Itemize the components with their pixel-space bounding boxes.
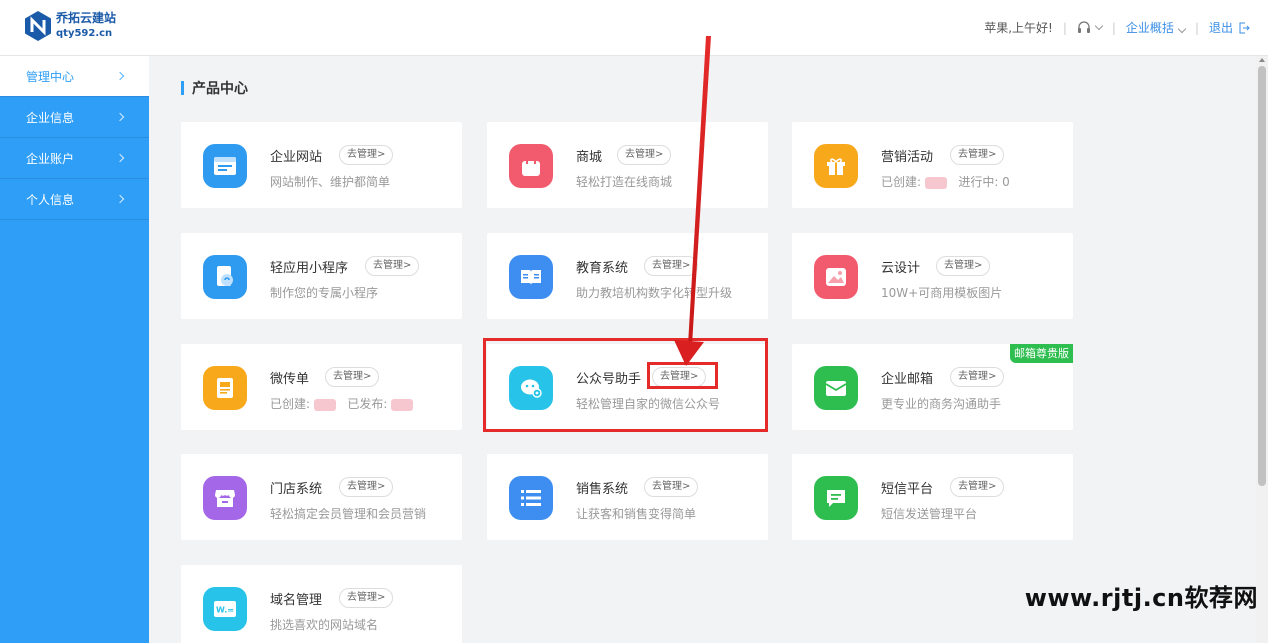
manage-button[interactable]: 去管理>: [950, 477, 1005, 497]
product-card-enterprise-mail[interactable]: 邮箱尊贵版 企业邮箱 去管理> 更专业的商务沟通助手: [792, 344, 1073, 430]
card-title: 轻应用小程序: [270, 261, 349, 276]
mail-icon: [814, 366, 858, 410]
manage-button[interactable]: 去管理>: [936, 256, 991, 276]
card-desc: 更专业的商务沟通助手: [881, 397, 1002, 411]
product-card-website[interactable]: 企业网站 去管理> 网站制作、维护都简单: [181, 122, 462, 208]
logo-name: 乔拓云建站: [56, 11, 117, 25]
product-card-cloud-design[interactable]: 云设计 去管理> 10W+可商用模板图片: [792, 233, 1073, 319]
vertical-scrollbar[interactable]: [1256, 56, 1268, 643]
product-card-marketing[interactable]: 营销活动 去管理> 已创建: 进行中: 0: [792, 122, 1073, 208]
sidebar-item-company-info[interactable]: 企业信息: [0, 97, 149, 138]
chevron-down-icon: [1177, 24, 1187, 34]
manage-button[interactable]: 去管理>: [644, 256, 699, 276]
sidebar: 管理中心 企业信息 企业账户 个人信息: [0, 56, 149, 643]
card-title: 域名管理: [270, 593, 323, 608]
card-title: 门店系统: [270, 482, 323, 497]
card-title: 云设计: [881, 261, 921, 276]
highlight-box-card: [483, 338, 768, 432]
sms-icon: [814, 476, 858, 520]
logout-icon: [1239, 22, 1250, 33]
card-desc: 已创建: 进行中: 0: [881, 175, 1010, 189]
product-card-shop[interactable]: 商城 去管理> 轻松打造在线商城: [487, 122, 768, 208]
store-icon: [203, 476, 247, 520]
card-title: 企业邮箱: [881, 372, 934, 387]
card-title: 教育系统: [576, 261, 629, 276]
manage-button[interactable]: 去管理>: [339, 588, 394, 608]
book-icon: [509, 255, 553, 299]
card-desc: 短信发送管理平台: [881, 507, 978, 521]
sidebar-item-management-center[interactable]: 管理中心: [0, 56, 149, 97]
scroll-thumb[interactable]: [1258, 66, 1266, 486]
logo-icon: [24, 10, 52, 42]
card-title: 短信平台: [881, 482, 934, 497]
scroll-up-icon[interactable]: [1259, 58, 1265, 62]
product-card-sms[interactable]: 短信平台 去管理> 短信发送管理平台: [792, 454, 1073, 540]
product-card-miniapp[interactable]: 轻应用小程序 去管理> 制作您的专属小程序: [181, 233, 462, 319]
flyer-icon: [203, 366, 247, 410]
greeting-text: 苹果,上午好!: [984, 21, 1053, 35]
sidebar-item-personal-info[interactable]: 个人信息: [0, 179, 149, 220]
card-title: 商城: [576, 150, 603, 165]
chevron-right-icon: [115, 112, 125, 122]
watermark: www.rjtj.cn软荐网: [1024, 584, 1258, 612]
card-desc: 网站制作、维护都简单: [270, 175, 391, 189]
card-desc: 轻松打造在线商城: [576, 175, 673, 189]
card-desc: 已创建: 已发布:: [270, 395, 414, 412]
chevron-right-icon: [115, 153, 125, 163]
card-desc: 轻松搞定会员管理和会员营销: [270, 507, 427, 521]
card-desc: 10W+可商用模板图片: [881, 286, 1003, 300]
chevron-right-icon: [115, 71, 125, 81]
sidebar-item-company-account[interactable]: 企业账户: [0, 138, 149, 179]
card-title: 企业网站: [270, 150, 323, 165]
headset-icon[interactable]: [1077, 20, 1104, 35]
manage-button[interactable]: 去管理>: [644, 477, 699, 497]
manage-button[interactable]: 去管理>: [617, 145, 672, 165]
card-title: 微传单: [270, 372, 310, 387]
manage-button[interactable]: 去管理>: [950, 145, 1005, 165]
domain-icon: W.=: [203, 587, 247, 631]
card-desc: 挑选喜欢的网站域名: [270, 618, 379, 632]
product-card-domain[interactable]: W.= 域名管理 去管理> 挑选喜欢的网站域名: [181, 565, 462, 643]
overview-menu[interactable]: 企业概括: [1126, 19, 1187, 36]
svg-text:W.=: W.=: [216, 606, 234, 615]
premium-badge: 邮箱尊贵版: [1010, 344, 1073, 363]
card-title: 销售系统: [576, 482, 629, 497]
product-card-store[interactable]: 门店系统 去管理> 轻松搞定会员管理和会员营销: [181, 454, 462, 540]
manage-button[interactable]: 去管理>: [339, 477, 394, 497]
card-title: 营销活动: [881, 150, 934, 165]
product-card-sales[interactable]: 销售系统 去管理> 让获客和销售变得简单: [487, 454, 768, 540]
logo-domain: qty592.cn: [56, 28, 113, 39]
section-title: 产品中心: [181, 78, 248, 98]
product-card-education[interactable]: 教育系统 去管理> 助力教培机构数字化转型升级: [487, 233, 768, 319]
product-card-flyer[interactable]: 微传单 去管理> 已创建: 已发布:: [181, 344, 462, 430]
manage-button[interactable]: 去管理>: [950, 367, 1005, 387]
manage-button[interactable]: 去管理>: [339, 145, 394, 165]
manage-button[interactable]: 去管理>: [325, 367, 380, 387]
shop-bag-icon: [509, 144, 553, 188]
card-desc: 制作您的专属小程序: [270, 286, 379, 300]
gift-icon: [814, 144, 858, 188]
card-desc: 让获客和销售变得简单: [576, 507, 697, 521]
manage-button[interactable]: 去管理>: [365, 256, 420, 276]
image-icon: [814, 255, 858, 299]
top-header: 乔拓云建站 qty592.cn 苹果,上午好! | | 企业概括 | 退出: [0, 0, 1268, 56]
chevron-down-icon: [1094, 21, 1104, 30]
card-desc: 助力教培机构数字化转型升级: [576, 286, 733, 300]
miniapp-icon: [203, 255, 247, 299]
chevron-right-icon: [115, 194, 125, 204]
logo[interactable]: 乔拓云建站 qty592.cn: [24, 10, 116, 42]
website-icon: [203, 144, 247, 188]
highlight-box-button: [647, 362, 718, 389]
list-icon: [509, 476, 553, 520]
logout-button[interactable]: 退出: [1209, 19, 1250, 36]
